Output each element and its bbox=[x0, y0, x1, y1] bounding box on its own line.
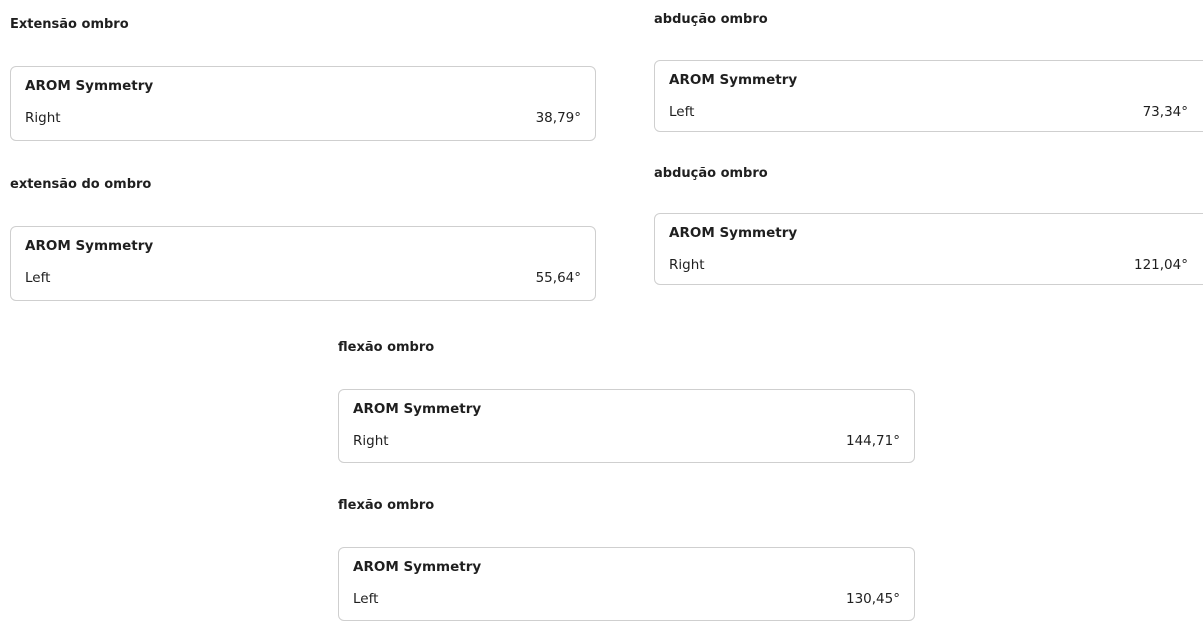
arom-symmetry-card[interactable]: AROM Symmetry Left 73,34° bbox=[654, 60, 1203, 132]
measurement-row: Right 121,04° bbox=[669, 257, 1188, 273]
arom-symmetry-card[interactable]: AROM Symmetry Right 121,04° bbox=[654, 213, 1203, 285]
angle-value: 73,34° bbox=[1142, 104, 1188, 120]
section-title: Extensão ombro bbox=[10, 17, 129, 32]
section-title: extensão do ombro bbox=[10, 177, 152, 192]
angle-value: 121,04° bbox=[1134, 257, 1188, 273]
card-title: AROM Symmetry bbox=[353, 559, 482, 575]
arom-symmetry-card[interactable]: AROM Symmetry Right 144,71° bbox=[338, 389, 915, 463]
measurement-row: Left 130,45° bbox=[353, 591, 900, 607]
arom-symmetry-card[interactable]: AROM Symmetry Left 55,64° bbox=[10, 226, 596, 301]
measurement-row: Left 73,34° bbox=[669, 104, 1188, 120]
measurement-row: Right 144,71° bbox=[353, 433, 900, 449]
angle-value: 130,45° bbox=[846, 591, 900, 607]
section-title: abdução ombro bbox=[654, 12, 768, 27]
angle-value: 144,71° bbox=[846, 433, 900, 449]
measurement-section-abducao-right: abdução ombro AROM Symmetry Right 121,04… bbox=[654, 166, 1203, 287]
card-title: AROM Symmetry bbox=[669, 72, 798, 88]
card-title: AROM Symmetry bbox=[25, 238, 154, 254]
measurement-section-flexao-left: flexão ombro AROM Symmetry Left 130,45° bbox=[338, 498, 915, 621]
side-label: Right bbox=[25, 110, 61, 126]
measurement-section-flexao-right: flexão ombro AROM Symmetry Right 144,71° bbox=[338, 340, 915, 463]
measurement-section-extensao-right: Extensão ombro AROM Symmetry Right 38,79… bbox=[10, 17, 596, 142]
angle-value: 38,79° bbox=[535, 110, 581, 126]
arom-symmetry-card[interactable]: AROM Symmetry Right 38,79° bbox=[10, 66, 596, 141]
section-title: flexão ombro bbox=[338, 340, 435, 355]
side-label: Left bbox=[669, 104, 695, 120]
angle-value: 55,64° bbox=[535, 270, 581, 286]
measurement-row: Left 55,64° bbox=[25, 270, 581, 286]
side-label: Left bbox=[25, 270, 51, 286]
measurement-section-extensao-left: extensão do ombro AROM Symmetry Left 55,… bbox=[10, 177, 596, 302]
card-title: AROM Symmetry bbox=[353, 401, 482, 417]
side-label: Right bbox=[353, 433, 389, 449]
measurement-row: Right 38,79° bbox=[25, 110, 581, 126]
section-title: flexão ombro bbox=[338, 498, 435, 513]
card-title: AROM Symmetry bbox=[25, 78, 154, 94]
arom-symmetry-card[interactable]: AROM Symmetry Left 130,45° bbox=[338, 547, 915, 621]
side-label: Left bbox=[353, 591, 379, 607]
measurement-section-abducao-left: abdução ombro AROM Symmetry Left 73,34° bbox=[654, 12, 1203, 133]
side-label: Right bbox=[669, 257, 705, 273]
section-title: abdução ombro bbox=[654, 166, 768, 181]
card-title: AROM Symmetry bbox=[669, 225, 798, 241]
